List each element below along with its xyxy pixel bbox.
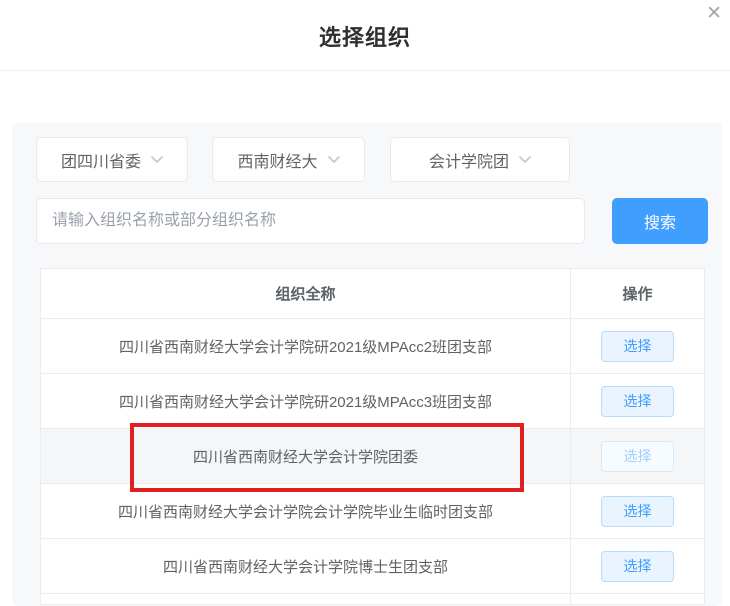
filter-panel: 团四川省委 西南财经大 会计学院团 搜索 组织全称 操作 四 <box>12 122 722 606</box>
org-name-column-header: 组织全称 <box>41 269 571 318</box>
organization-table: 组织全称 操作 四川省西南财经大学会计学院研2021级MPAcc2班团支部 选择… <box>40 268 705 605</box>
table-header-row: 组织全称 操作 <box>41 269 704 319</box>
org-level1-select-value: 团四川省委 <box>61 148 141 172</box>
org-level2-select[interactable]: 西南财经大 <box>212 137 365 182</box>
chevron-down-icon <box>328 156 340 164</box>
table-row-highlighted: 四川省西南财经大学会计学院团委 选择 <box>41 429 704 484</box>
action-cell: 选择 <box>571 429 704 483</box>
table-row: 四川省西南财经大学会计学院博士生团支部 选择 <box>41 539 704 594</box>
table-row: 四川省西南财经大学会计学院研2021级MPAcc3班团支部 选择 <box>41 374 704 429</box>
search-input[interactable] <box>36 198 585 244</box>
select-organization-dialog: ✕ 选择组织 团四川省委 西南财经大 会计学院团 搜索 组织全称 <box>0 0 730 606</box>
org-name-cell: 四川省西南财经大学会计学院团委 <box>41 429 571 483</box>
table-row: 四川省西南财经大学会计学院研2021级MPAcc2班团支部 选择 <box>41 319 704 374</box>
org-level3-select-value: 会计学院团 <box>429 148 509 172</box>
select-button[interactable]: 选择 <box>601 551 674 582</box>
select-button[interactable]: 选择 <box>601 386 674 417</box>
action-column-header: 操作 <box>571 269 704 318</box>
chevron-down-icon <box>151 156 163 164</box>
org-name-cell: 四川省西南财经大学会计学院研2021级MPAcc3班团支部 <box>41 374 571 428</box>
org-name-cell <box>41 594 571 604</box>
action-cell: 选择 <box>571 539 704 593</box>
select-button[interactable]: 选择 <box>601 496 674 527</box>
action-cell: 选择 <box>571 484 704 538</box>
action-cell <box>571 594 704 604</box>
chevron-down-icon <box>519 156 531 164</box>
org-level3-select[interactable]: 会计学院团 <box>390 137 570 182</box>
action-cell: 选择 <box>571 319 704 373</box>
title-divider <box>0 70 730 71</box>
search-button[interactable]: 搜索 <box>612 198 708 244</box>
org-name-cell: 四川省西南财经大学会计学院研2021级MPAcc2班团支部 <box>41 319 571 373</box>
org-name-cell: 四川省西南财经大学会计学院会计学院毕业生临时团支部 <box>41 484 571 538</box>
select-button-disabled: 选择 <box>601 441 674 472</box>
table-row-partial <box>41 594 704 605</box>
org-level1-select[interactable]: 团四川省委 <box>36 137 188 182</box>
org-name-cell: 四川省西南财经大学会计学院博士生团支部 <box>41 539 571 593</box>
dialog-title: 选择组织 <box>0 20 730 52</box>
org-level2-select-value: 西南财经大 <box>237 148 317 172</box>
select-button[interactable]: 选择 <box>601 331 674 362</box>
table-row: 四川省西南财经大学会计学院会计学院毕业生临时团支部 选择 <box>41 484 704 539</box>
action-cell: 选择 <box>571 374 704 428</box>
